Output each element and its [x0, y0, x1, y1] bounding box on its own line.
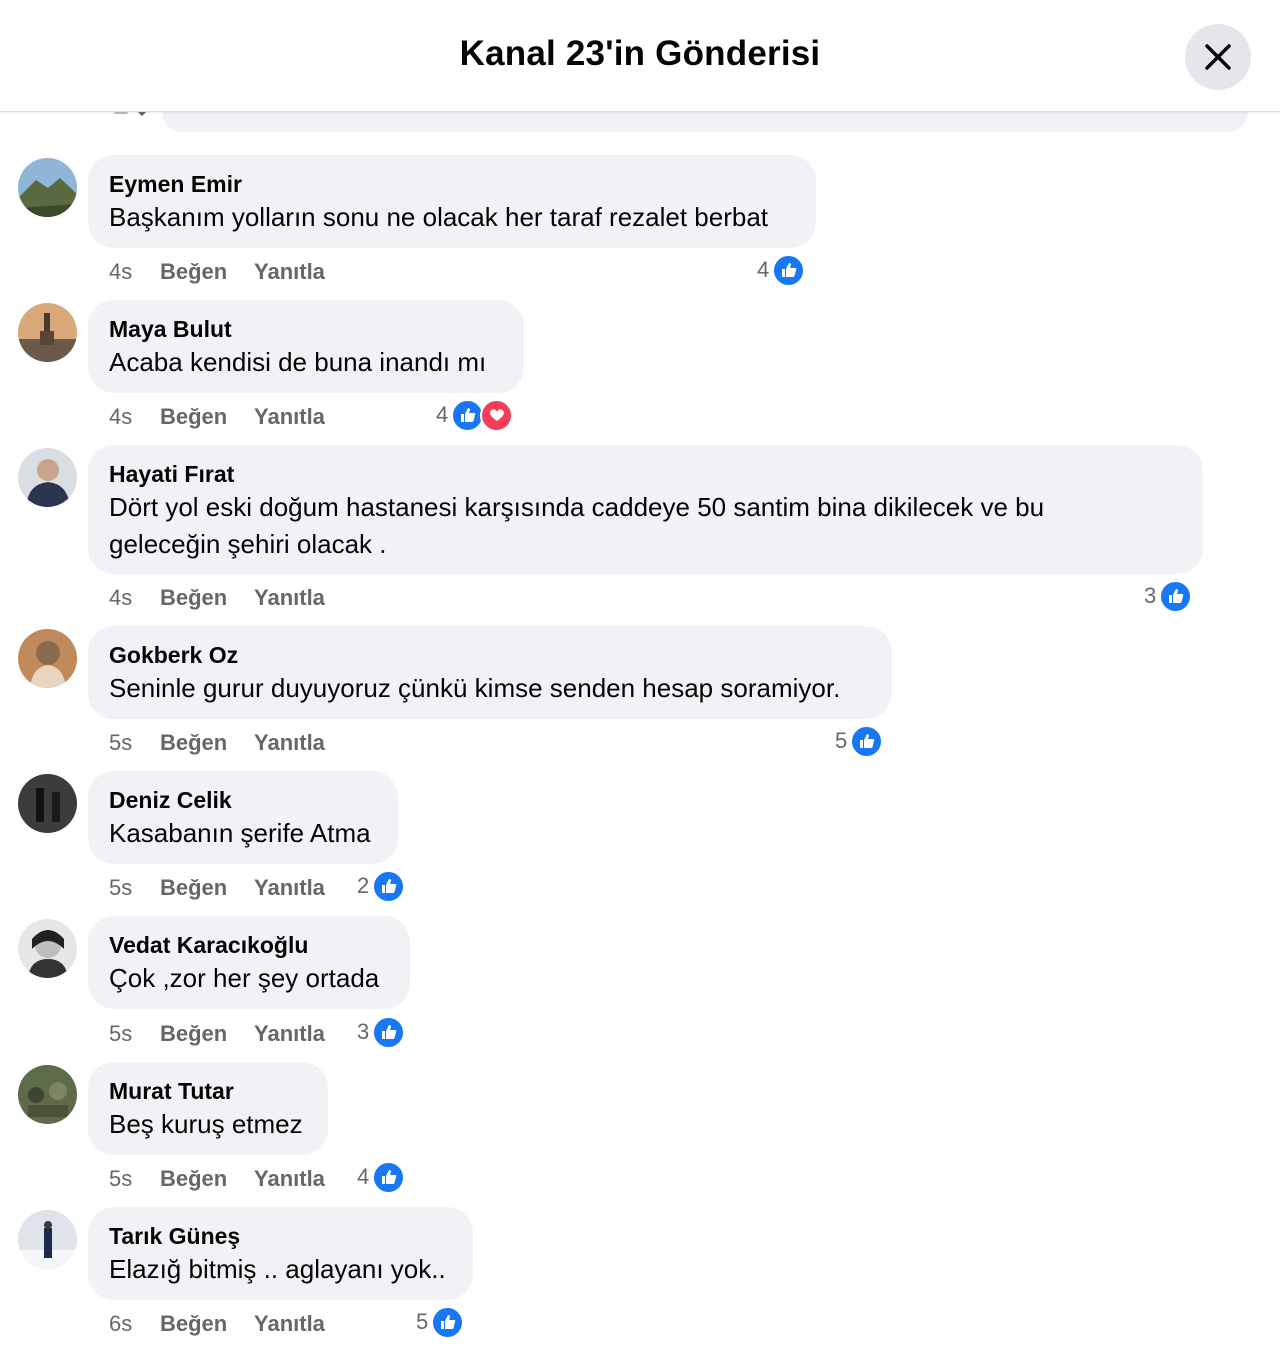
- like-icon: [372, 869, 406, 903]
- like-button[interactable]: Beğen: [160, 404, 227, 430]
- avatar[interactable]: [18, 919, 77, 978]
- reaction-count: 5: [835, 728, 848, 753]
- comment-bubble: Eymen Emir Başkanım yolların sonu ne ola…: [88, 155, 816, 248]
- reply-button[interactable]: Yanıtla: [254, 1166, 325, 1192]
- comment-time[interactable]: 4s: [109, 585, 132, 611]
- comment-text: Kasabanın şerife Atma: [109, 818, 371, 848]
- comment-text: Seninle gurur duyuyoruz çünkü kimse send…: [109, 673, 841, 703]
- like-button[interactable]: Beğen: [160, 1021, 227, 1047]
- dialog-title: Kanal 23'in Gönderisi: [459, 34, 821, 73]
- avatar[interactable]: [18, 303, 77, 362]
- reply-button[interactable]: Yanıtla: [254, 259, 325, 285]
- like-icon: [1159, 579, 1193, 613]
- reaction-summary[interactable]: 4: [436, 398, 514, 432]
- close-icon: [1205, 44, 1231, 70]
- like-button[interactable]: Beğen: [160, 1311, 227, 1337]
- avatar[interactable]: [18, 1065, 77, 1124]
- reply-button[interactable]: Yanıtla: [254, 1311, 325, 1337]
- reply-button[interactable]: Yanıtla: [254, 585, 325, 611]
- comment-bubble: Murat Tutar Beş kuruş etmez: [88, 1062, 328, 1155]
- dialog-header: Kanal 23'in Gönderisi: [0, 0, 1280, 112]
- comment-text: Acaba kendisi de buna inandı mı: [109, 347, 487, 377]
- comment-author[interactable]: Deniz Celik: [109, 785, 377, 815]
- like-icon: [372, 1160, 406, 1194]
- love-icon: [480, 398, 514, 432]
- comment-author[interactable]: Maya Bulut: [109, 314, 503, 344]
- comment-author[interactable]: Gokberk Oz: [109, 640, 871, 670]
- like-icon: [772, 253, 806, 287]
- close-button[interactable]: [1185, 24, 1251, 90]
- comment-text: Elazığ bitmiş .. aglayanı yok..: [109, 1254, 446, 1284]
- comment-bubble: Vedat Karacıkoğlu Çok ,zor her şey ortad…: [88, 916, 410, 1009]
- reaction-summary[interactable]: 3: [1144, 579, 1193, 613]
- comment-author[interactable]: Hayati Fırat: [109, 459, 1182, 489]
- comment-author[interactable]: Murat Tutar: [109, 1076, 307, 1106]
- like-button[interactable]: Beğen: [160, 875, 227, 901]
- avatar[interactable]: [18, 774, 77, 833]
- comment-bubble: Gokberk Oz Seninle gurur duyuyoruz çünkü…: [88, 626, 892, 719]
- reaction-summary[interactable]: 5: [416, 1305, 465, 1339]
- like-button[interactable]: Beğen: [160, 1166, 227, 1192]
- comment-text: Beş kuruş etmez: [109, 1109, 303, 1139]
- avatar[interactable]: [18, 158, 77, 217]
- reaction-count: 5: [416, 1309, 429, 1334]
- reply-button[interactable]: Yanıtla: [254, 1021, 325, 1047]
- reaction-summary[interactable]: 2: [357, 869, 406, 903]
- comment-time[interactable]: 5s: [109, 730, 132, 756]
- reaction-count: 4: [757, 257, 770, 282]
- avatar[interactable]: [18, 629, 77, 688]
- reaction-count: 2: [357, 873, 370, 898]
- comment-time[interactable]: 5s: [109, 875, 132, 901]
- avatar[interactable]: [18, 448, 77, 507]
- reply-button[interactable]: Yanıtla: [254, 404, 325, 430]
- reaction-summary[interactable]: 3: [357, 1015, 406, 1049]
- comment-bubble: Hayati Fırat Dört yol eski doğum hastane…: [88, 445, 1203, 574]
- comment-author[interactable]: Vedat Karacıkoğlu: [109, 930, 389, 960]
- comment-time[interactable]: 5s: [109, 1021, 132, 1047]
- reply-button[interactable]: Yanıtla: [254, 730, 325, 756]
- comment-time[interactable]: 6s: [109, 1311, 132, 1337]
- comment-time[interactable]: 4s: [109, 259, 132, 285]
- avatar[interactable]: [18, 1210, 77, 1269]
- comment-author[interactable]: Eymen Emir: [109, 169, 795, 199]
- comment-text-line-2: geleceğin şehiri olacak .: [109, 529, 387, 559]
- like-button[interactable]: Beğen: [160, 585, 227, 611]
- reaction-count: 3: [1144, 583, 1157, 608]
- comment-bubble: Tarık Güneş Elazığ bitmiş .. aglayanı yo…: [88, 1207, 473, 1300]
- comment-text: Çok ,zor her şey ortada: [109, 963, 380, 993]
- like-button[interactable]: Beğen: [160, 730, 227, 756]
- reply-button[interactable]: Yanıtla: [254, 875, 325, 901]
- comment-time[interactable]: 4s: [109, 404, 132, 430]
- comment-author[interactable]: Tarık Güneş: [109, 1221, 452, 1251]
- comment-time[interactable]: 5s: [109, 1166, 132, 1192]
- reaction-summary[interactable]: 4: [757, 253, 806, 287]
- reaction-summary[interactable]: 5: [835, 724, 884, 758]
- comment-bubble: Maya Bulut Acaba kendisi de buna inandı …: [88, 300, 524, 393]
- like-button[interactable]: Beğen: [160, 259, 227, 285]
- comment-text: Dört yol eski doğum hastanesi karşısında…: [109, 492, 1045, 522]
- like-icon: [431, 1305, 465, 1339]
- like-icon: [372, 1015, 406, 1049]
- comment-text: Başkanım yolların sonu ne olacak her tar…: [109, 202, 769, 232]
- reaction-count: 4: [357, 1164, 370, 1189]
- reaction-count: 4: [436, 402, 449, 427]
- reaction-count: 3: [357, 1019, 370, 1044]
- comment-bubble: Deniz Celik Kasabanın şerife Atma: [88, 771, 398, 864]
- like-icon: [850, 724, 884, 758]
- reaction-summary[interactable]: 4: [357, 1160, 406, 1194]
